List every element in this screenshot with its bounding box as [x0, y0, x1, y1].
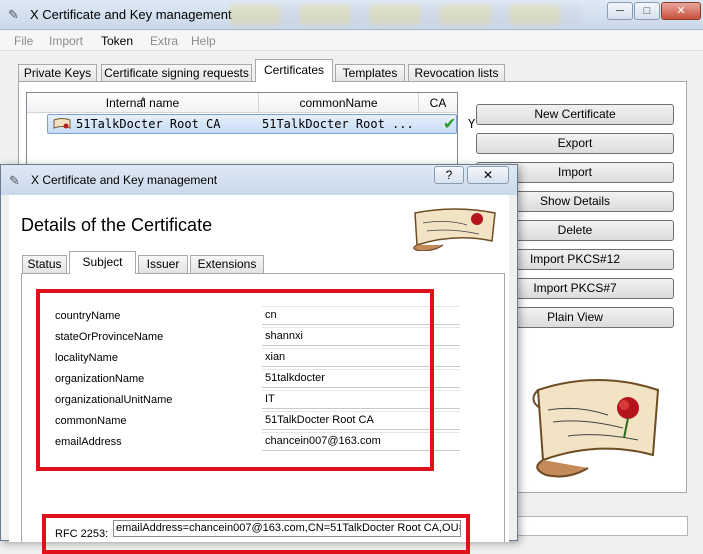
field-label-emailaddress: emailAddress	[55, 436, 122, 448]
new-certificate-button[interactable]: New Certificate	[476, 104, 674, 125]
row-common-name: 51TalkDocter Root ...	[262, 117, 414, 131]
field-value-emailaddress[interactable]: chancein007@163.com	[262, 432, 460, 451]
row-internal-name: 51TalkDocter Root CA	[76, 117, 221, 131]
tab-subject[interactable]: Subject	[69, 251, 136, 274]
close-button[interactable]: ✕	[661, 2, 701, 20]
help-icon: ?	[445, 168, 453, 182]
column-common-name[interactable]: commonName	[259, 93, 419, 113]
scroll-logo	[532, 379, 660, 478]
certificate-scroll-icon	[53, 118, 71, 129]
tab-revocation-lists[interactable]: Revocation lists	[408, 64, 505, 82]
check-icon: ✔	[443, 116, 457, 133]
row-ca: Y	[468, 117, 476, 131]
tab-templates[interactable]: Templates	[335, 64, 405, 82]
field-label-localityname: localityName	[55, 352, 118, 364]
menu-file[interactable]: File	[14, 34, 33, 48]
dialog-title-bar: ✎ X Certificate and Key management ? ✕	[1, 165, 517, 195]
table-row[interactable]: 51TalkDocter Root CA 51TalkDocter Root .…	[47, 114, 475, 134]
column-ca[interactable]: CA	[419, 93, 457, 113]
dialog-close-button[interactable]: ✕	[467, 166, 509, 184]
app-icon: ✎	[9, 173, 20, 188]
sort-arrow-icon: ▲	[139, 94, 147, 103]
tab-csr[interactable]: Certificate signing requests	[101, 64, 252, 82]
bottom-status-field	[510, 516, 688, 536]
field-value-stateorprovincename[interactable]: shannxi	[262, 327, 460, 346]
tab-private-keys[interactable]: Private Keys	[18, 64, 97, 82]
rfc-2253-label: RFC 2253:	[55, 528, 109, 540]
field-value-organizationalunitname[interactable]: IT	[262, 390, 460, 409]
list-header: ▲ Internal name commonName CA	[27, 93, 457, 113]
title-bar: ✎ X Certificate and Key management ─ □ ✕	[0, 0, 703, 30]
field-label-countryname: countryName	[55, 310, 121, 322]
menu-help[interactable]: Help	[191, 34, 216, 48]
menu-import[interactable]: Import	[49, 34, 83, 48]
certificate-list[interactable]: ▲ Internal name commonName CA 51TalkDoct…	[26, 92, 475, 172]
field-value-commonname[interactable]: 51TalkDocter Root CA	[262, 411, 460, 430]
field-label-commonname: commonName	[55, 415, 127, 427]
menu-token[interactable]: Token	[101, 34, 133, 48]
rfc-2253-field[interactable]: emailAddress=chancein007@163.com,CN=51Ta…	[113, 520, 461, 537]
tab-issuer[interactable]: Issuer	[138, 255, 188, 273]
app-icon: ✎	[8, 7, 19, 22]
field-label-stateorprovincename: stateOrProvinceName	[55, 331, 164, 343]
minimize-icon: ─	[616, 5, 624, 17]
dialog-title: X Certificate and Key management	[31, 173, 218, 187]
tab-extensions[interactable]: Extensions	[190, 255, 264, 273]
field-label-organizationalunitname: organizationalUnitName	[55, 394, 173, 406]
menu-extra[interactable]: Extra	[150, 34, 178, 48]
menu-bar: File Import Token Extra Help	[0, 31, 703, 51]
minimize-button[interactable]: ─	[607, 2, 633, 20]
close-icon: ✕	[676, 5, 686, 17]
dialog-heading: Details of the Certificate	[21, 215, 213, 235]
tab-status[interactable]: Status	[22, 255, 67, 273]
tab-certificates[interactable]: Certificates	[255, 59, 333, 82]
column-internal-name[interactable]: ▲ Internal name	[27, 93, 259, 113]
close-icon: ✕	[482, 168, 494, 182]
field-value-localityname[interactable]: xian	[262, 348, 460, 367]
help-button[interactable]: ?	[434, 166, 464, 184]
blurred-taskbar-strip	[230, 5, 580, 25]
export-button[interactable]: Export	[476, 133, 674, 154]
window-title: X Certificate and Key management	[30, 7, 232, 22]
field-value-organizationname[interactable]: 51talkdocter	[262, 369, 460, 388]
field-value-countryname[interactable]: cn	[262, 306, 460, 325]
dialog-scroll-logo	[413, 208, 496, 251]
field-label-organizationname: organizationName	[55, 373, 145, 385]
maximize-button[interactable]: □	[634, 2, 660, 20]
maximize-icon: □	[643, 5, 651, 17]
